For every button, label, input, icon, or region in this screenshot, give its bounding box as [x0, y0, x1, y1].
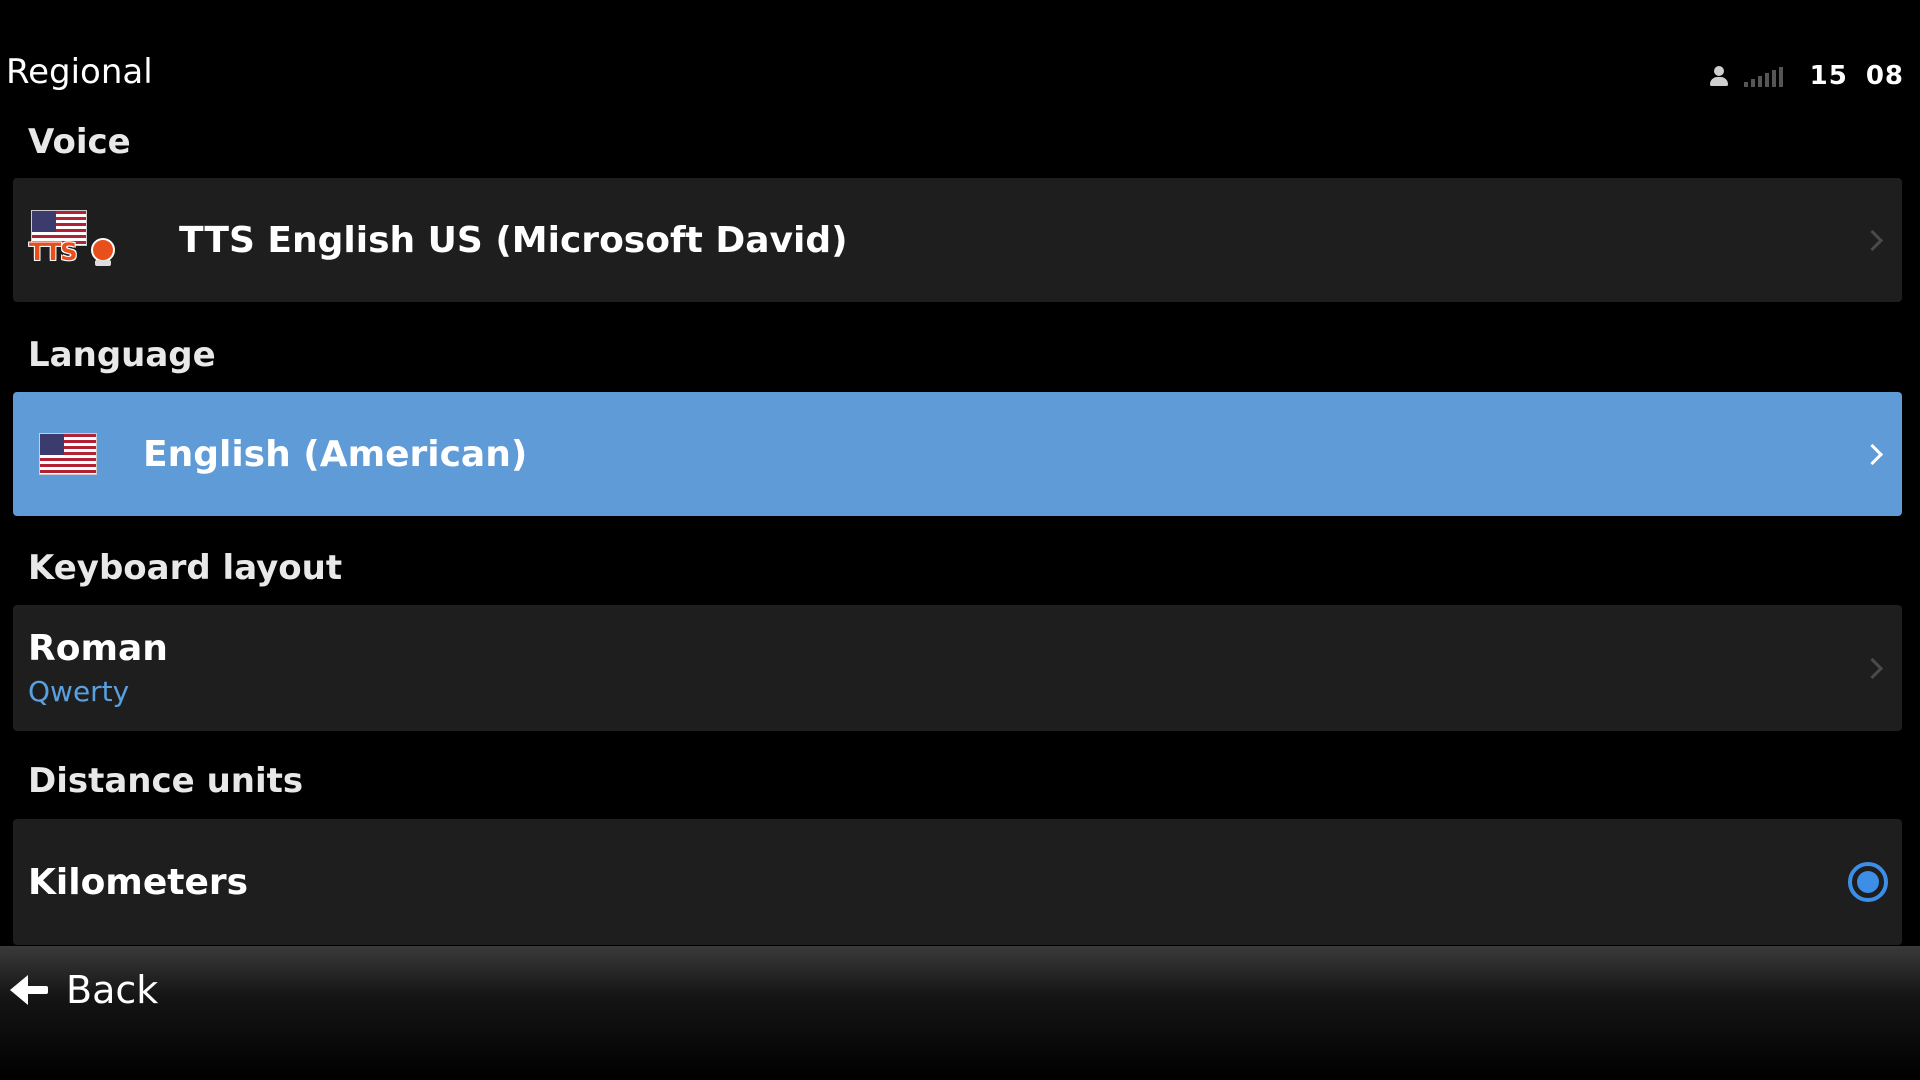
- language-item[interactable]: English (American): [13, 392, 1902, 516]
- back-label: Back: [66, 968, 159, 1012]
- keyboard-layout-item[interactable]: Roman Qwerty: [13, 605, 1902, 731]
- keyboard-item-sublabel: Qwerty: [28, 675, 130, 708]
- voice-item-label: TTS English US (Microsoft David): [179, 219, 848, 261]
- us-flag-icon: [39, 433, 97, 475]
- distance-unit-kilometers[interactable]: Kilometers: [13, 819, 1902, 945]
- tts-voice-icon: TTS: [29, 210, 119, 270]
- distance-item-label: Kilometers: [28, 861, 249, 903]
- selected-radio-icon[interactable]: [1848, 862, 1888, 902]
- section-heading-voice: Voice: [28, 122, 131, 162]
- language-item-label: English (American): [143, 433, 528, 475]
- keyboard-item-label: Roman: [28, 628, 168, 669]
- page-title: Regional: [6, 52, 153, 92]
- voice-item[interactable]: TTS TTS English US (Microsoft David): [13, 178, 1902, 302]
- clock-hours: 15: [1809, 61, 1848, 91]
- regional-settings-screen: Regional 15 08 Voice TTS TTS English US (…: [0, 0, 1920, 1080]
- signal-strength-icon: [1743, 65, 1796, 87]
- keyboard-item-text: Roman Qwerty: [28, 628, 168, 708]
- status-bar: 15 08: [1708, 56, 1904, 96]
- tts-icon-text: TTS: [29, 238, 78, 266]
- section-heading-keyboard: Keyboard layout: [28, 548, 343, 588]
- bottom-bar: Back: [0, 946, 1920, 1080]
- clock: 15 08: [1810, 61, 1904, 91]
- clock-minutes: 08: [1865, 61, 1904, 91]
- chevron-right-icon: [1861, 229, 1884, 252]
- back-button[interactable]: Back: [10, 968, 158, 1012]
- back-arrow-icon: [10, 975, 48, 1005]
- person-icon: [1708, 64, 1730, 88]
- chevron-right-icon: [1861, 443, 1884, 466]
- section-heading-distance: Distance units: [28, 761, 304, 801]
- chevron-right-icon: [1861, 657, 1884, 680]
- section-heading-language: Language: [28, 335, 216, 375]
